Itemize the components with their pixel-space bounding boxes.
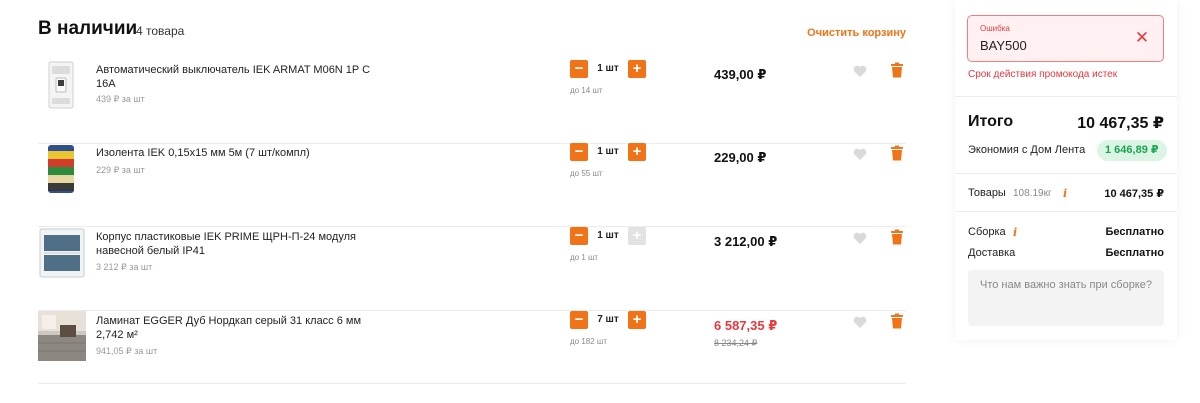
delete-trash-icon[interactable] <box>890 229 904 245</box>
decrease-button[interactable]: − <box>570 143 588 161</box>
cart-item: Изолента IEK 0,15x15 мм 5м (7 шт/компл) … <box>38 143 906 227</box>
favorite-heart-icon[interactable] <box>852 230 868 246</box>
product-name[interactable]: Корпус пластиковые IEK PRIME ЩРН-П-24 мо… <box>96 230 371 258</box>
divider <box>955 211 1177 212</box>
cart-section: В наличии 4 товара Очистить корзину Авто… <box>38 0 906 403</box>
favorite-heart-icon[interactable] <box>852 146 868 162</box>
quantity-value[interactable]: 7 шт <box>588 311 628 329</box>
unit-price: 941,05 ₽ за шт <box>96 346 158 356</box>
product-image[interactable] <box>38 311 86 363</box>
increase-button[interactable]: + <box>628 311 646 329</box>
stock-limit: до 55 шт <box>570 169 603 178</box>
product-name[interactable]: Автоматический выключатель IEK ARMAT M06… <box>96 63 371 91</box>
assembly-value: Бесплатно <box>1105 226 1165 238</box>
increase-button[interactable]: + <box>628 60 646 78</box>
old-price: 8 234,24 ₽ <box>714 338 758 348</box>
quantity-stepper: − 1 шт + <box>570 143 646 161</box>
delivery-label: Доставка <box>968 247 1016 259</box>
economy-badge: 1 646,89 ₽ <box>1097 140 1167 161</box>
unit-price: 439 ₽ за шт <box>96 94 145 104</box>
decrease-button[interactable]: − <box>570 60 588 78</box>
cart-item-count: 4 товара <box>136 24 185 38</box>
quantity-stepper: − 7 шт + <box>570 311 646 329</box>
clear-cart-button[interactable]: Очистить корзину <box>807 27 906 39</box>
quantity-value[interactable]: 1 шт <box>588 143 628 161</box>
product-image[interactable] <box>38 60 86 112</box>
favorite-heart-icon[interactable] <box>852 314 868 330</box>
item-total-price: 3 212,00 ₽ <box>714 234 778 249</box>
product-name[interactable]: Ламинат EGGER Дуб Нордкап серый 31 класс… <box>96 314 371 342</box>
favorite-heart-icon[interactable] <box>852 63 868 79</box>
decrease-button[interactable]: − <box>570 311 588 329</box>
divider <box>955 96 1177 97</box>
quantity-value[interactable]: 1 шт <box>588 227 628 245</box>
quantity-value[interactable]: 1 шт <box>588 60 628 78</box>
promo-code-value[interactable]: BAY500 <box>980 38 1027 53</box>
stock-limit: до 182 шт <box>570 337 607 346</box>
quantity-stepper: − 1 шт + <box>570 227 646 245</box>
stock-limit: до 14 шт <box>570 86 603 95</box>
economy-label: Экономия с Дом Лента <box>968 144 1086 156</box>
cart-item: Автоматический выключатель IEK ARMAT M06… <box>38 60 906 144</box>
item-total-price: 439,00 ₽ <box>714 67 767 82</box>
quantity-stepper: − 1 шт + <box>570 60 646 78</box>
product-name[interactable]: Изолента IEK 0,15x15 мм 5м (7 шт/компл) <box>96 146 371 160</box>
delivery-value: Бесплатно <box>1105 247 1165 259</box>
assembly-note-field[interactable] <box>968 270 1164 326</box>
cart-title: В наличии <box>38 18 138 39</box>
assembly-info-icon[interactable]: i <box>1013 226 1017 239</box>
cart-item: Ламинат EGGER Дуб Нордкап серый 31 класс… <box>38 311 906 384</box>
product-image[interactable] <box>38 143 86 195</box>
total-label: Итого <box>968 113 1014 130</box>
promo-error-label: Ошибка <box>980 24 1010 33</box>
goods-label: Товары <box>968 187 1006 199</box>
delete-trash-icon[interactable] <box>890 145 904 161</box>
increase-button[interactable]: + <box>628 143 646 161</box>
delete-trash-icon[interactable] <box>890 62 904 78</box>
delete-trash-icon[interactable] <box>890 313 904 329</box>
cart-header: В наличии 4 товара Очистить корзину <box>38 18 906 44</box>
assembly-label: Сборка <box>968 226 1006 238</box>
unit-price: 3 212 ₽ за шт <box>96 262 153 272</box>
divider <box>955 173 1177 174</box>
item-total-price: 6 587,35 ₽ <box>714 318 778 333</box>
order-summary: Ошибка BAY500 ✕ Срок действия промокода … <box>955 0 1177 340</box>
unit-price: 229 ₽ за шт <box>96 165 145 175</box>
product-image[interactable] <box>38 227 86 279</box>
promo-code-field[interactable]: Ошибка BAY500 ✕ <box>967 15 1164 62</box>
cart-item: Корпус пластиковые IEK PRIME ЩРН-П-24 мо… <box>38 227 906 311</box>
increase-button[interactable]: + <box>628 227 646 245</box>
stock-limit: до 1 шт <box>570 253 599 262</box>
promo-error-message: Срок действия промокода истек <box>968 69 1118 80</box>
decrease-button[interactable]: − <box>570 227 588 245</box>
item-total-price: 229,00 ₽ <box>714 150 767 165</box>
goods-value: 10 467,35 ₽ <box>1104 188 1164 200</box>
clear-promo-close-icon[interactable]: ✕ <box>1134 29 1150 47</box>
total-value: 10 467,35 ₽ <box>1077 115 1164 132</box>
goods-info-icon[interactable]: i <box>1063 187 1067 200</box>
goods-weight: 108.19кг <box>1013 188 1052 199</box>
